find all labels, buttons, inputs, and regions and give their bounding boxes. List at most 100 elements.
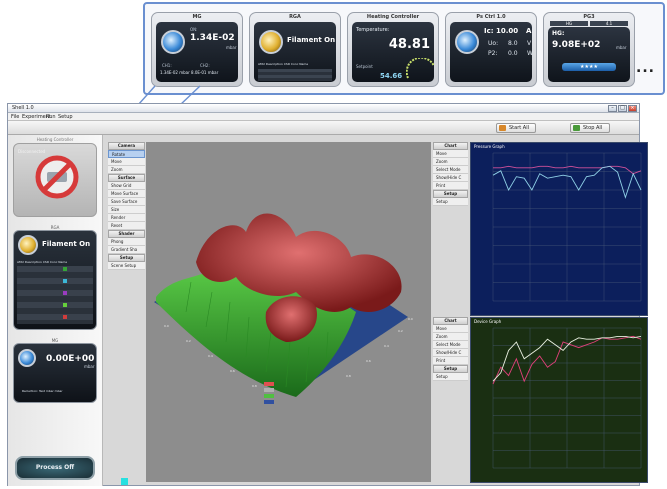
pressure-chart[interactable]: Pressure Graph [470, 142, 648, 316]
temperature-value: 48.81 [388, 37, 430, 52]
rga-columns: AMU Description CSR Conc Name [258, 62, 309, 66]
voltage-value: 8.0 [508, 40, 518, 47]
setpoint-dial [406, 58, 435, 79]
heating-card-disconnected[interactable]: Disconnected [13, 143, 97, 217]
mg-card-unit: mbar [84, 364, 95, 369]
pg3-label: HG: [552, 30, 565, 37]
temperature-label: Temperature: [356, 27, 390, 33]
mg-unit: mbar [226, 45, 237, 50]
rga-card[interactable]: RGA Filament On AMU Description CSR Conc… [13, 225, 97, 330]
device-chart-menu: Chart Move Zoom Select Mode Show/Hide C … [433, 317, 468, 381]
mg-card-head: MG [51, 338, 59, 343]
stop-all-button[interactable]: Stop All [570, 123, 610, 133]
chart-print-item[interactable]: Print [433, 182, 468, 190]
start-all-button[interactable]: Start All [496, 123, 536, 133]
chart-select-mode-item[interactable]: Select Mode [433, 341, 468, 349]
svg-text:0.8: 0.8 [252, 384, 257, 388]
chart-setup-item[interactable]: Setup [433, 373, 468, 381]
chart-print-item[interactable]: Print [433, 357, 468, 365]
ps-widget-title: Ps Ctrl 1.0 [476, 14, 506, 20]
device-chart-plot [492, 327, 642, 469]
shader-gradient-item[interactable]: Gradient Sha [108, 246, 145, 254]
start-all-label: Start All [509, 125, 530, 131]
pg3-unit: mbar [616, 45, 627, 50]
chart-move-item[interactable]: Move [433, 325, 468, 333]
props-group-shader: Shader [108, 230, 145, 238]
rga-widget[interactable]: RGA Filament On AMU Description CSR Conc… [249, 12, 341, 87]
pressure-chart-menu: Chart Move Zoom Select Mode Show/Hide C … [433, 142, 468, 206]
svg-text:0.0: 0.0 [408, 317, 413, 321]
surface-save-item[interactable]: Save Surface [108, 198, 145, 206]
title-bar: Shell 1.0 – □ × [8, 104, 639, 113]
mg-card-footer: Reduction: Test mbar mbar [22, 389, 63, 393]
rga-status: Filament On [287, 36, 336, 44]
pg3-widget[interactable]: PG3 HG 4.1 HG: 9.08E+02 mbar ★★★★ [543, 12, 635, 87]
svg-text:0.2: 0.2 [186, 339, 191, 343]
chart-move-item[interactable]: Move [433, 150, 468, 158]
svg-text:0.6: 0.6 [230, 369, 235, 373]
pg3-tab-2[interactable]: 4.1 [590, 21, 628, 26]
ps-widget-body: Ic: 10.00 A Uo: 8.0 V P2: 0.0 W [450, 22, 533, 82]
close-button[interactable]: × [628, 105, 637, 112]
rga-card-status: Filament On [42, 240, 91, 248]
chart-zoom-item[interactable]: Zoom [433, 333, 468, 341]
gauge-icon [18, 349, 36, 367]
surface-render-item[interactable]: Render [108, 214, 145, 222]
surface-move-item[interactable]: Move Surface [108, 190, 145, 198]
heating-controller-widget[interactable]: Heating Controller Temperature: 48.81 Se… [347, 12, 439, 87]
pg3-widget-body: HG: 9.08E+02 mbar ★★★★ [548, 27, 630, 82]
surface-size-item[interactable]: Size [108, 206, 145, 214]
status-indicator [121, 478, 128, 485]
current-value: 10.00 [496, 27, 519, 35]
rga-mass-table [17, 266, 93, 324]
props-group-surface: Surface [108, 174, 145, 182]
chart-setup-head: Setup [433, 190, 468, 198]
mg-widget-title: MG [192, 14, 202, 20]
mg-card[interactable]: MG 0.00E+00 mbar Reduction: Test mbar mb… [13, 338, 97, 403]
gauge-icon [161, 30, 185, 54]
scene-setup-item[interactable]: Scene Setup [108, 262, 145, 270]
minimize-button[interactable]: – [608, 105, 617, 112]
power-supply-widget[interactable]: Ps Ctrl 1.0 Ic: 10.00 A Uo: 8.0 V P2: 0.… [445, 12, 537, 87]
chart-show-hide-item[interactable]: Show/Hide C [433, 349, 468, 357]
heating-card-head: Heating Controller [36, 137, 74, 142]
menu-run[interactable]: Run [46, 114, 56, 120]
menu-setup[interactable]: Setup [58, 114, 73, 120]
stop-all-label: Stop All [583, 125, 603, 131]
chart-menu-head: Chart [433, 317, 468, 325]
chart-show-hide-item[interactable]: Show/Hide C [433, 174, 468, 182]
camera-rotate-item[interactable]: Rotate [108, 150, 145, 158]
chart-select-mode-item[interactable]: Select Mode [433, 166, 468, 174]
menu-file[interactable]: File [11, 114, 19, 120]
chart-menu-head: Chart [433, 142, 468, 150]
chart-setup-item[interactable]: Setup [433, 198, 468, 206]
pg3-tab-hg[interactable]: HG [550, 21, 588, 26]
main-window: Shell 1.0 – □ × File Experiment Run Setu… [7, 103, 648, 486]
pressure-chart-title: Pressure Graph [474, 144, 505, 149]
camera-move-item[interactable]: Move [108, 158, 145, 166]
chart-zoom-item[interactable]: Zoom [433, 158, 468, 166]
window-title: Shell 1.0 [12, 105, 34, 111]
mg-ch2-label: CH2: [200, 63, 210, 68]
start-icon [499, 125, 506, 131]
props-group-camera: Camera [108, 142, 145, 150]
process-off-button[interactable]: Process Off [15, 456, 95, 480]
shader-phong-item[interactable]: Phong [108, 238, 145, 246]
camera-zoom-item[interactable]: Zoom [108, 166, 145, 174]
3d-surface-plot[interactable]: 0.0 0.2 0.4 0.6 0.8 0.8 0.6 0.4 0.2 0.0 [146, 142, 431, 482]
mg-widget-body: ON: 1.34E-02 mbar CH1: CH2: 1.34E-02 mba… [156, 22, 238, 82]
stop-icon [573, 125, 580, 131]
menu-bar: File Experiment Run Setup [8, 113, 639, 121]
surface-reset-item[interactable]: Reset [108, 222, 145, 230]
svg-text:0.4: 0.4 [384, 344, 389, 348]
rga-card-columns: AMU Description CSR Conc Name [17, 260, 68, 264]
heating-widget-title: Heating Controller [366, 14, 420, 20]
maximize-button[interactable]: □ [618, 105, 627, 112]
surface-show-grid-item[interactable]: Show Grid [108, 182, 145, 190]
rga-card-head: RGA [50, 225, 60, 230]
props-group-setup: Setup [108, 254, 145, 262]
voltage-label: Uo: [488, 40, 499, 47]
surface-legend [264, 382, 274, 404]
device-chart[interactable]: Device Graph [470, 317, 648, 483]
mg-widget[interactable]: MG ON: 1.34E-02 mbar CH1: CH2: 1.34E-02 … [151, 12, 243, 87]
